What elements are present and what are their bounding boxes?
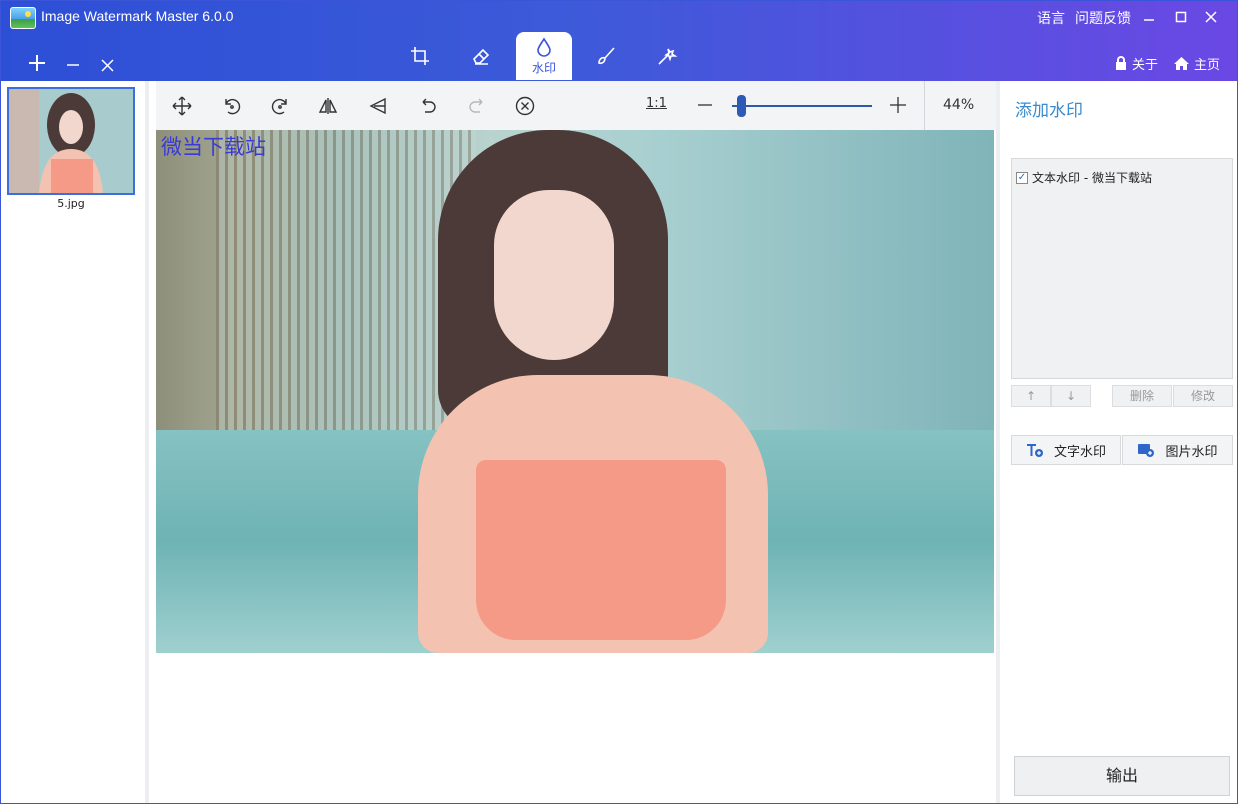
zoom-slider-track[interactable]: [732, 105, 872, 107]
tab-watermark[interactable]: 水印: [516, 32, 572, 80]
add-image-watermark-button[interactable]: 图片水印: [1122, 435, 1233, 465]
close-window-button[interactable]: [1200, 7, 1222, 29]
app-logo-icon: [10, 7, 36, 29]
brush-icon: [598, 47, 615, 65]
tab-magic-wand[interactable]: [639, 32, 695, 80]
clear-images-button[interactable]: [94, 51, 120, 77]
maximize-icon: [1175, 11, 1187, 23]
add-text-watermark-button[interactable]: 文字水印: [1011, 435, 1121, 465]
tab-watermark-label: 水印: [531, 60, 556, 75]
water-drop-icon: [537, 37, 551, 57]
edit-button[interactable]: 修改: [1173, 385, 1233, 407]
home-icon: [1174, 57, 1189, 70]
image-canvas[interactable]: 微当下载站: [156, 130, 994, 653]
about-link[interactable]: 关于: [1114, 54, 1158, 73]
edit-toolbar: 1:1 44%: [156, 81, 996, 130]
redo-icon: [469, 98, 483, 113]
add-text-watermark-label: 文字水印: [1053, 444, 1106, 460]
minimize-button[interactable]: [1138, 7, 1160, 29]
app-window: Image Watermark Master 6.0.0 语言 问题反馈 水印 …: [0, 0, 1238, 804]
actual-size-button[interactable]: 1:1: [646, 96, 667, 111]
minimize-icon: [1144, 19, 1154, 21]
move-down-button[interactable]: ↓: [1051, 385, 1091, 407]
toolbar-divider: [924, 81, 925, 130]
about-label: 关于: [1132, 58, 1159, 73]
redo-button[interactable]: [464, 93, 490, 119]
watermark-list-item[interactable]: ✓ 文本水印 - 微当下载站: [1016, 169, 1152, 186]
tab-eraser[interactable]: [453, 32, 509, 80]
title-bar: Image Watermark Master 6.0.0 语言 问题反馈 水印 …: [1, 1, 1237, 81]
plus-icon: [29, 55, 45, 71]
circle-x-icon: [515, 96, 535, 116]
tab-crop[interactable]: [392, 32, 448, 80]
flip-horizontal-button[interactable]: [315, 93, 341, 119]
image-subject-face: [494, 190, 614, 360]
language-menu[interactable]: 语言: [1037, 8, 1065, 28]
watermark-list: ✓ 文本水印 - 微当下载站: [1011, 158, 1233, 379]
zoom-in-button[interactable]: [889, 91, 907, 121]
undo-button[interactable]: [415, 93, 441, 119]
cancel-edit-button[interactable]: [512, 93, 538, 119]
panel-title: 添加水印: [1015, 101, 1083, 121]
text-add-icon: [1026, 444, 1043, 457]
rotate-left-icon: [225, 98, 241, 115]
app-title: Image Watermark Master 6.0.0: [41, 8, 234, 24]
rotate-right-button[interactable]: [267, 93, 293, 119]
feedback-menu[interactable]: 问题反馈: [1075, 8, 1131, 28]
flip-vertical-icon: [369, 97, 386, 115]
home-link[interactable]: 主页: [1173, 54, 1220, 73]
move-button[interactable]: [169, 93, 195, 119]
rotate-right-icon: [271, 98, 287, 115]
tab-brush[interactable]: [578, 32, 634, 80]
delete-button[interactable]: 删除: [1112, 385, 1172, 407]
minus-icon: [67, 64, 79, 66]
magic-wand-icon: [658, 48, 677, 65]
export-button[interactable]: 输出: [1014, 756, 1230, 796]
remove-image-button[interactable]: [60, 51, 86, 77]
zoom-in-icon: [890, 97, 906, 113]
watermark-checkbox[interactable]: ✓: [1016, 171, 1028, 184]
watermark-panel: 添加水印 ✓ 文本水印 - 微当下载站 ↑ ↓ 删除 修改 文字水印 图片水印 …: [996, 81, 1237, 803]
zoom-out-icon: [698, 104, 712, 106]
eraser-icon: [473, 48, 490, 65]
file-thumbnail[interactable]: [7, 87, 135, 195]
thumbnail-image: [9, 89, 133, 193]
move-icon: [172, 96, 192, 116]
undo-icon: [422, 98, 436, 113]
flip-horizontal-icon: [318, 98, 338, 114]
close-icon: [1205, 11, 1217, 23]
file-name: 5.jpg: [57, 197, 85, 210]
watermark-item-label: 文本水印 - 微当下载站: [1032, 171, 1152, 185]
x-icon: [100, 59, 114, 72]
flip-vertical-button[interactable]: [365, 93, 391, 119]
image-add-icon: [1138, 444, 1155, 457]
zoom-value: 44%: [943, 97, 975, 113]
lock-icon: [1116, 56, 1126, 70]
crop-icon: [411, 47, 429, 65]
add-image-button[interactable]: [24, 51, 50, 77]
home-label: 主页: [1194, 58, 1221, 73]
add-image-watermark-label: 图片水印: [1165, 444, 1218, 460]
zoom-slider-handle[interactable]: [737, 95, 746, 117]
text-watermark-preview[interactable]: 微当下载站: [161, 131, 266, 161]
maximize-button[interactable]: [1170, 7, 1192, 29]
rotate-left-button[interactable]: [219, 93, 245, 119]
move-up-button[interactable]: ↑: [1011, 385, 1051, 407]
zoom-out-button[interactable]: [697, 91, 713, 121]
file-list-panel: 5.jpg: [1, 81, 149, 803]
image-subject-top: [476, 460, 726, 640]
